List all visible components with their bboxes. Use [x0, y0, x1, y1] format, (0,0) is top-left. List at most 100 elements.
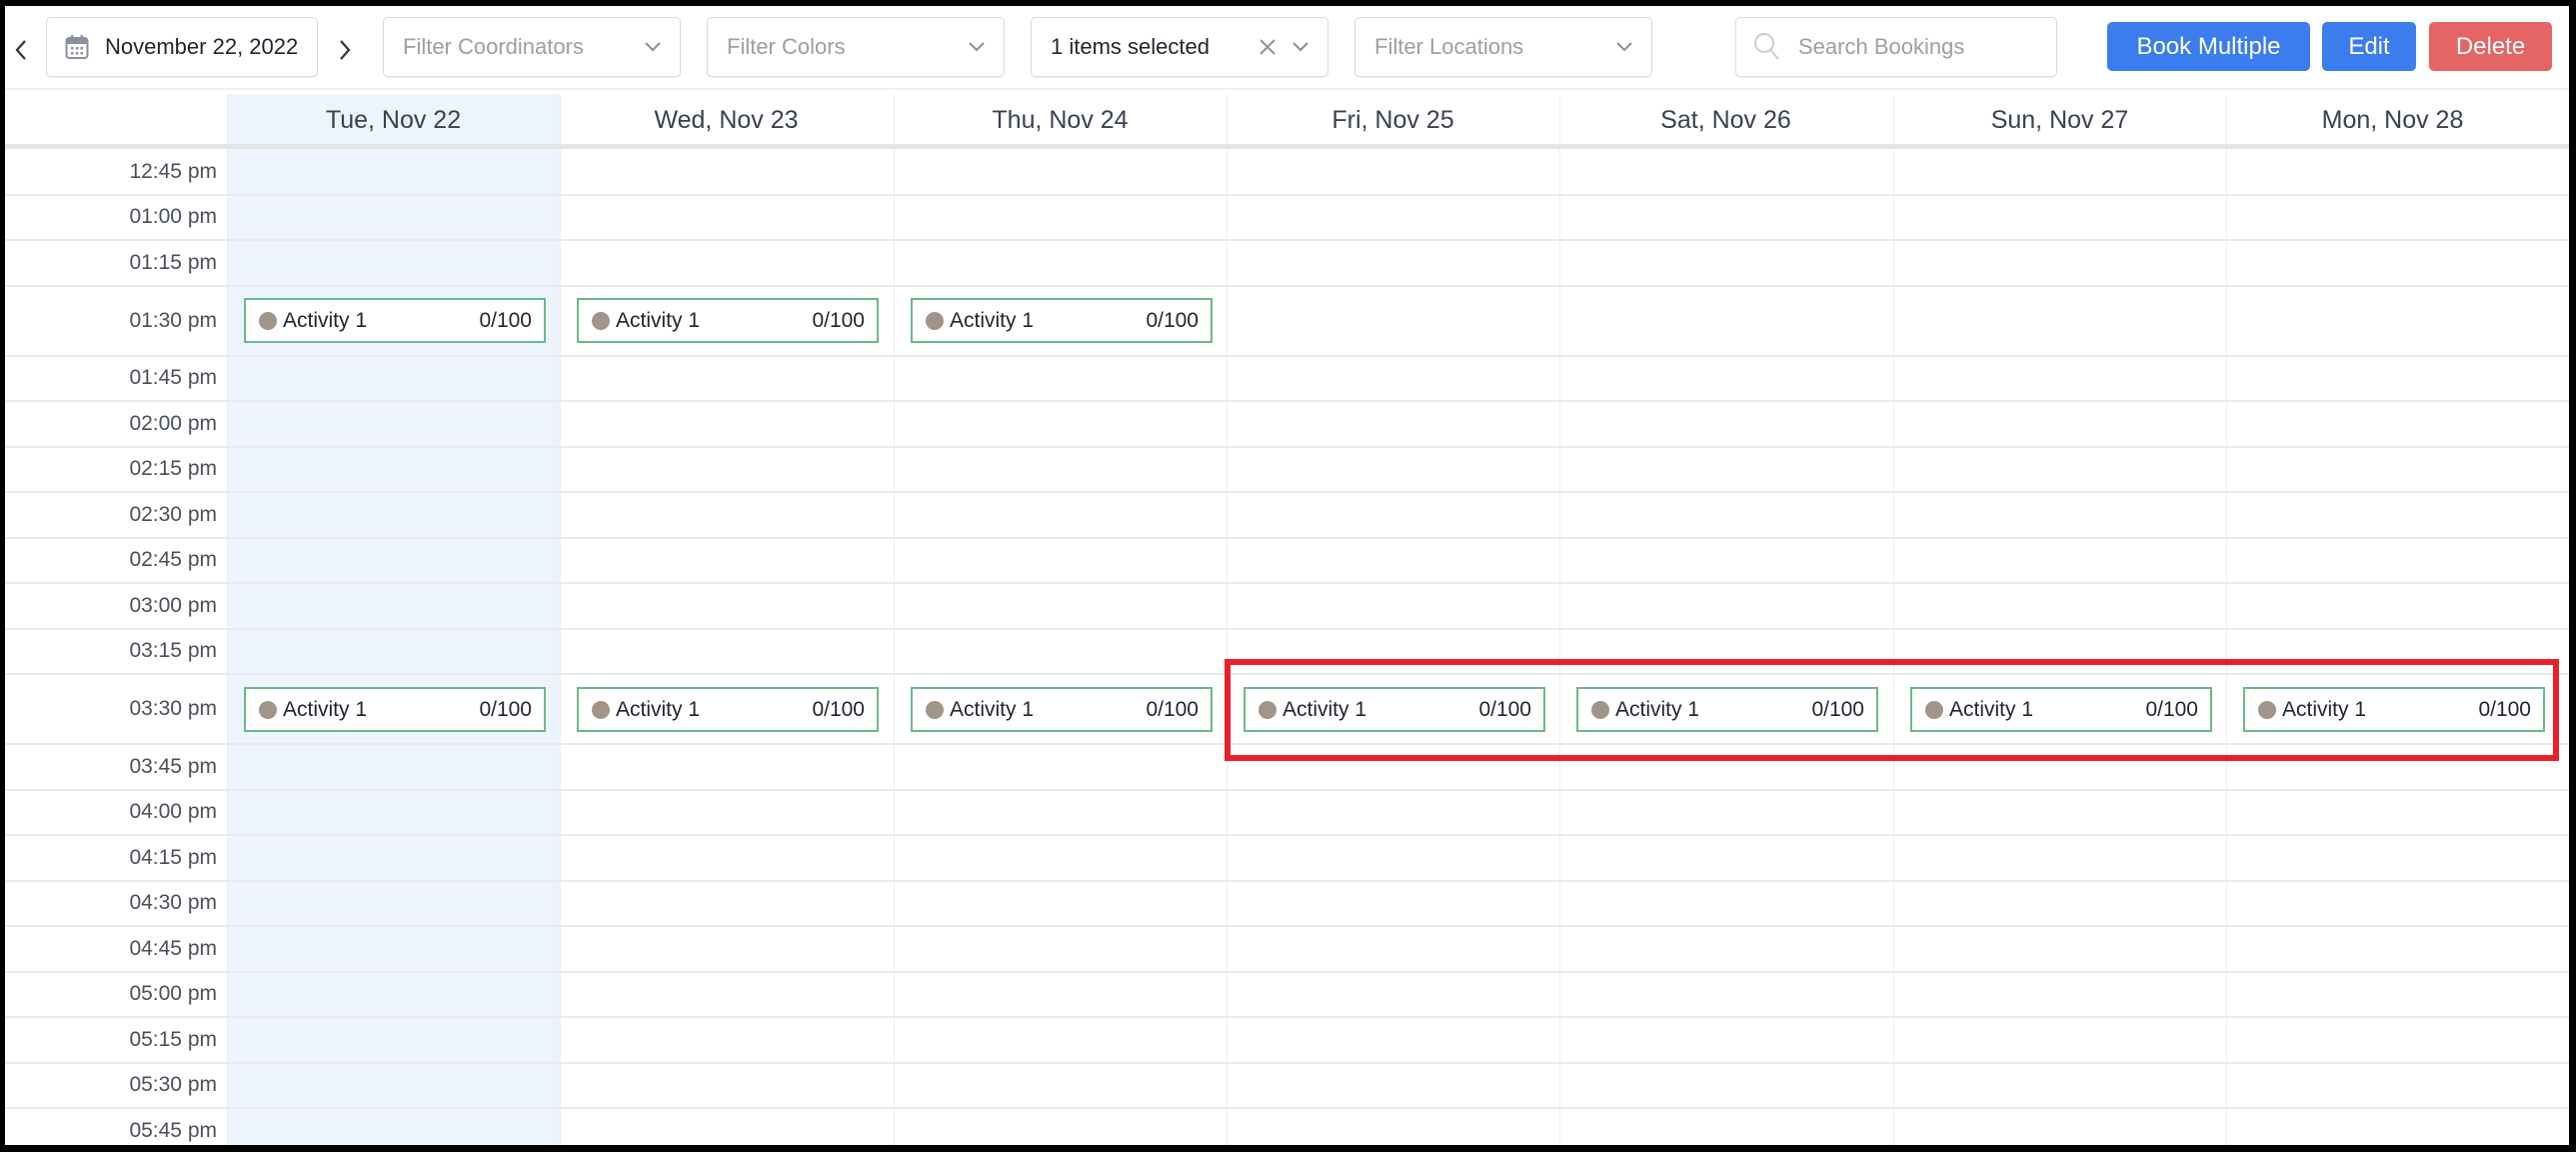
column-divider	[560, 94, 561, 1145]
row-divider	[5, 925, 2569, 927]
color-dot-icon	[1591, 700, 1609, 719]
booking-capacity: 0/100	[479, 697, 532, 721]
booking-name: Activity 1	[950, 308, 1035, 332]
time-slot-label: 05:00 pm	[129, 982, 217, 1006]
color-dot-icon	[592, 311, 610, 330]
today-column-highlight	[227, 94, 561, 1145]
day-header[interactable]: Sun, Nov 27	[1893, 94, 2226, 146]
row-divider	[5, 239, 2569, 241]
row-divider	[5, 354, 2569, 357]
clear-selection-icon[interactable]	[1258, 37, 1278, 57]
row-divider	[5, 673, 2569, 675]
row-divider	[5, 1107, 2569, 1109]
chevron-down-icon	[1616, 42, 1632, 52]
row-divider	[5, 536, 2569, 539]
chevron-left-icon	[15, 40, 26, 60]
booking-card[interactable]: Activity 1 0/100	[2243, 687, 2545, 732]
booking-name: Activity 1	[283, 308, 368, 332]
date-picker[interactable]: November 22, 2022	[46, 17, 318, 77]
booking-name: Activity 1	[1949, 697, 2034, 721]
book-multiple-button[interactable]: Book Multiple	[2107, 22, 2310, 71]
chevron-down-icon	[1292, 42, 1308, 52]
booking-name: Activity 1	[616, 697, 701, 721]
booking-capacity: 0/100	[812, 697, 865, 721]
booking-capacity: 0/100	[1146, 697, 1199, 721]
day-header[interactable]: Sat, Nov 26	[1559, 94, 1892, 146]
row-divider	[5, 193, 2569, 196]
booking-capacity: 0/100	[479, 308, 532, 332]
booking-capacity: 0/100	[812, 308, 865, 332]
chevron-right-icon	[340, 40, 351, 60]
time-slot-label: 03:15 pm	[129, 639, 217, 663]
chevron-down-icon	[969, 42, 985, 52]
column-divider	[1893, 94, 1894, 1145]
row-divider	[5, 627, 2569, 630]
filter-colors-select[interactable]: Filter Colors	[707, 17, 1005, 77]
column-divider	[1227, 94, 1228, 1145]
color-dot-icon	[1259, 700, 1277, 719]
column-divider	[1559, 94, 1560, 1145]
row-divider	[5, 1016, 2569, 1018]
color-dot-icon	[926, 311, 944, 330]
booking-card[interactable]: Activity 1 0/100	[1576, 687, 1878, 732]
row-divider	[5, 788, 2569, 791]
booking-card[interactable]: Activity 1 0/100	[244, 298, 546, 343]
time-slot-label: 01:15 pm	[129, 250, 217, 274]
color-dot-icon	[926, 700, 944, 719]
booking-capacity: 0/100	[2478, 697, 2531, 721]
day-header[interactable]: Mon, Nov 28	[2226, 94, 2559, 146]
row-divider	[5, 491, 2569, 493]
column-divider	[2226, 94, 2227, 1145]
booking-card[interactable]: Activity 1 0/100	[1244, 687, 1545, 732]
column-divider	[227, 94, 228, 1145]
booking-capacity: 0/100	[1478, 697, 1531, 721]
header-divider	[5, 144, 2569, 149]
booking-card[interactable]: Activity 1 0/100	[1910, 687, 2212, 732]
booking-capacity: 0/100	[1811, 697, 1864, 721]
time-slot-label: 01:00 pm	[129, 205, 217, 229]
color-dot-icon	[1925, 700, 1943, 719]
booking-card[interactable]: Activity 1 0/100	[911, 298, 1213, 343]
filter-locations-placeholder: Filter Locations	[1374, 34, 1524, 59]
booking-card[interactable]: Activity 1 0/100	[911, 687, 1213, 732]
time-slot-label: 02:45 pm	[129, 548, 217, 572]
date-value: November 22, 2022	[105, 34, 299, 59]
day-header[interactable]: Thu, Nov 24	[894, 94, 1227, 146]
row-divider	[5, 400, 2569, 402]
time-slot-label: 05:45 pm	[129, 1118, 217, 1142]
row-divider	[5, 834, 2569, 836]
time-slot-label: 04:45 pm	[129, 936, 217, 960]
prev-week-button[interactable]	[9, 30, 33, 70]
time-slot-label: 05:15 pm	[129, 1027, 217, 1051]
delete-button[interactable]: Delete	[2429, 22, 2552, 71]
row-divider	[5, 582, 2569, 584]
filter-coordinators-select[interactable]: Filter Coordinators	[383, 17, 681, 77]
edit-button[interactable]: Edit	[2322, 22, 2416, 71]
column-divider	[894, 94, 895, 1145]
search-placeholder: Search Bookings	[1798, 34, 1965, 59]
time-slot-label: 03:30 pm	[129, 697, 217, 720]
day-header[interactable]: Wed, Nov 23	[560, 94, 893, 146]
filter-selected-items-select[interactable]: 1 items selected	[1031, 17, 1328, 77]
row-divider	[5, 970, 2569, 973]
row-divider	[5, 879, 2569, 882]
time-slot-label: 05:30 pm	[129, 1073, 217, 1097]
time-slot-label: 04:00 pm	[129, 800, 217, 824]
next-week-button[interactable]	[333, 30, 357, 70]
booking-card[interactable]: Activity 1 0/100	[244, 687, 546, 732]
filter-locations-select[interactable]: Filter Locations	[1354, 17, 1652, 77]
time-slot-label: 01:30 pm	[129, 308, 217, 332]
row-divider	[5, 743, 2569, 745]
booking-name: Activity 1	[283, 697, 368, 721]
booking-card[interactable]: Activity 1 0/100	[577, 687, 879, 732]
search-bookings-input[interactable]: Search Bookings	[1735, 17, 2057, 77]
search-icon	[1754, 33, 1779, 60]
booking-card[interactable]: Activity 1 0/100	[577, 298, 879, 343]
day-header[interactable]: Tue, Nov 22	[227, 94, 560, 146]
chevron-down-icon	[645, 42, 661, 52]
time-slot-label: 02:15 pm	[129, 457, 217, 481]
day-header[interactable]: Fri, Nov 25	[1227, 94, 1559, 146]
color-dot-icon	[2258, 700, 2276, 719]
calendar-icon	[65, 35, 89, 59]
filter-colors-placeholder: Filter Colors	[727, 34, 846, 59]
